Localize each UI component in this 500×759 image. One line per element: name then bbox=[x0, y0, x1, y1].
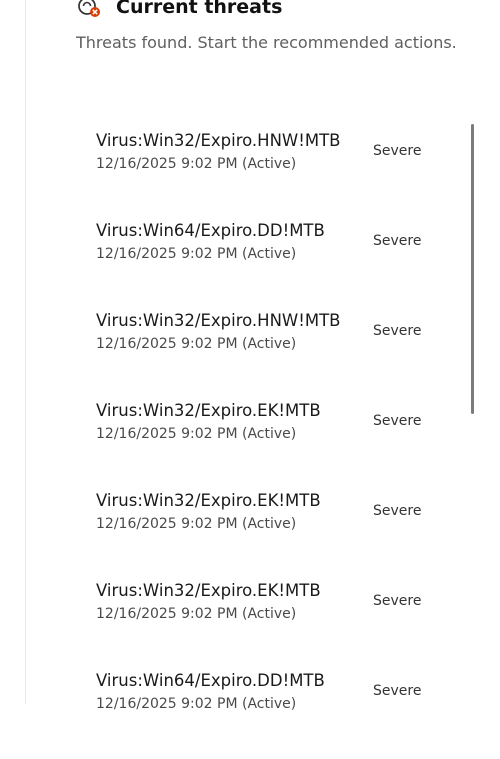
threat-timestamp: 12/16/2025 9:02 PM (Active) bbox=[96, 156, 297, 172]
scrollbar-thumb[interactable] bbox=[471, 124, 474, 414]
threat-item[interactable]: Virus:Win32/Expiro.EK!MTB 12/16/2025 9:0… bbox=[96, 489, 456, 579]
threat-name[interactable]: Virus:Win64/Expiro.DD!MTB bbox=[96, 671, 325, 690]
threat-name[interactable]: Virus:Win32/Expiro.HNW!MTB bbox=[96, 311, 341, 330]
severity-label: Severe bbox=[373, 683, 422, 699]
threat-timestamp: 12/16/2025 9:02 PM (Active) bbox=[96, 606, 297, 622]
threat-timestamp: 12/16/2025 9:02 PM (Active) bbox=[96, 246, 297, 262]
left-navigation-rail bbox=[0, 0, 26, 704]
threats-summary: Threats found. Start the recommended act… bbox=[76, 33, 457, 52]
threat-item[interactable]: Virus:Win32/Expiro.HNW!MTB 12/16/2025 9:… bbox=[96, 309, 456, 399]
threat-name[interactable]: Virus:Win32/Expiro.HNW!MTB bbox=[96, 131, 341, 150]
page-title: Current threats bbox=[116, 0, 283, 18]
severity-label: Severe bbox=[373, 503, 422, 519]
threat-timestamp: 12/16/2025 9:02 PM (Active) bbox=[96, 426, 297, 442]
threat-timestamp: 12/16/2025 9:02 PM (Active) bbox=[96, 516, 297, 532]
threat-item[interactable]: Virus:Win32/Expiro.HNW!MTB 12/16/2025 9:… bbox=[96, 129, 456, 219]
severity-label: Severe bbox=[373, 323, 422, 339]
severity-label: Severe bbox=[373, 143, 422, 159]
current-threats-header: Current threats bbox=[76, 0, 282, 20]
threat-name[interactable]: Virus:Win32/Expiro.EK!MTB bbox=[96, 491, 321, 510]
severity-label: Severe bbox=[373, 413, 422, 429]
threat-timestamp: 12/16/2025 9:02 PM (Active) bbox=[96, 696, 297, 712]
threat-name[interactable]: Virus:Win32/Expiro.EK!MTB bbox=[96, 581, 321, 600]
threat-item[interactable]: Virus:Win32/Expiro.EK!MTB 12/16/2025 9:0… bbox=[96, 579, 456, 669]
threat-timestamp: 12/16/2025 9:02 PM (Active) bbox=[96, 336, 297, 352]
threat-name[interactable]: Virus:Win64/Expiro.DD!MTB bbox=[96, 221, 325, 240]
threat-item[interactable]: Virus:Win32/Expiro.EK!MTB 12/16/2025 9:0… bbox=[96, 399, 456, 489]
shield-alert-icon bbox=[76, 0, 102, 20]
threats-list: Virus:Win32/Expiro.HNW!MTB 12/16/2025 9:… bbox=[96, 129, 456, 759]
threat-name[interactable]: Virus:Win32/Expiro.EK!MTB bbox=[96, 401, 321, 420]
threat-item[interactable]: Virus:Win64/Expiro.DD!MTB 12/16/2025 9:0… bbox=[96, 219, 456, 309]
threat-item[interactable]: Virus:Win64/Expiro.DD!MTB 12/16/2025 9:0… bbox=[96, 669, 456, 759]
severity-label: Severe bbox=[373, 233, 422, 249]
severity-label: Severe bbox=[373, 593, 422, 609]
